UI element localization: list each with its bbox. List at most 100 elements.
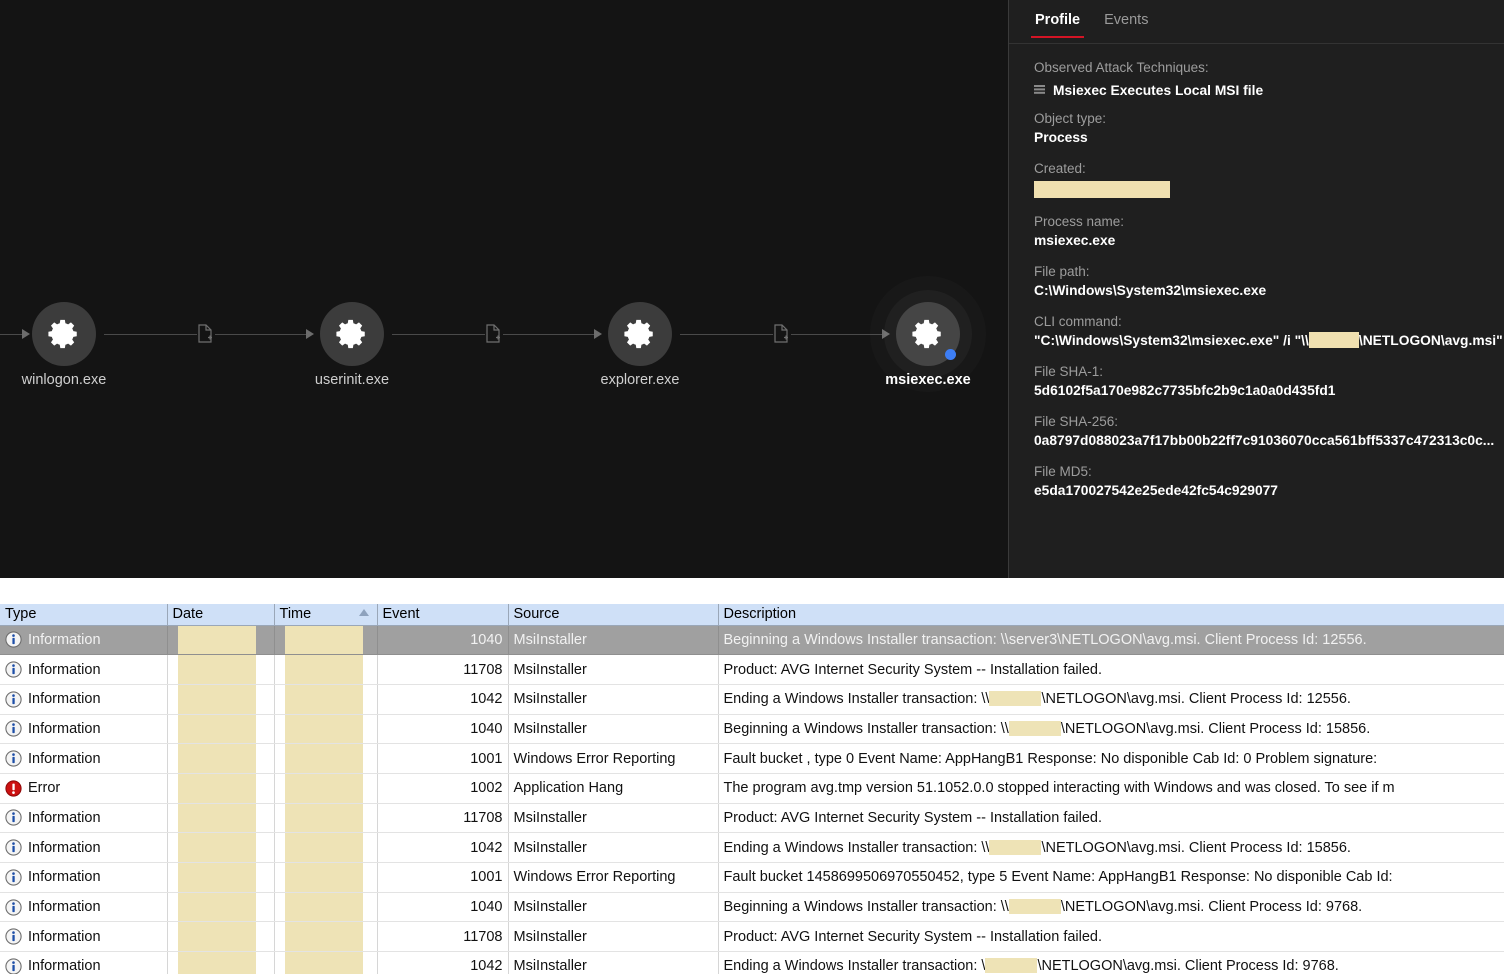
column-header-time-label: Time bbox=[280, 606, 312, 622]
redaction-block-created bbox=[1034, 181, 1170, 198]
info-icon bbox=[5, 809, 22, 826]
cell-type-label: Information bbox=[28, 929, 101, 945]
field-process-name: Process name: msiexec.exe bbox=[1034, 212, 1482, 251]
info-icon bbox=[5, 720, 22, 737]
redaction-block-time bbox=[285, 922, 363, 951]
cell-time bbox=[274, 684, 377, 714]
redaction-block-date bbox=[178, 655, 256, 684]
cell-type: Information bbox=[0, 803, 167, 833]
table-row[interactable]: Information1042MsiInstallerEnding a Wind… bbox=[0, 952, 1504, 974]
profile-tabs: Profile Events bbox=[1009, 0, 1504, 44]
table-row[interactable]: Information1001Windows Error ReportingFa… bbox=[0, 744, 1504, 774]
redaction-block-date bbox=[178, 685, 256, 714]
cell-date bbox=[167, 773, 274, 803]
oat-label: Observed Attack Techniques: bbox=[1034, 58, 1482, 77]
cell-event-id: 11708 bbox=[377, 655, 508, 685]
graph-arrow-icon bbox=[22, 329, 30, 339]
sha256-value: 0a8797d088023a7f17bb00b22ff7c91036070cca… bbox=[1034, 431, 1482, 451]
redaction-block-time bbox=[285, 804, 363, 833]
cell-event-id: 1040 bbox=[377, 892, 508, 922]
process-node-explorer-exe[interactable] bbox=[608, 302, 672, 366]
process-node-label: userinit.exe bbox=[252, 372, 452, 388]
object-type-value: Process bbox=[1034, 128, 1482, 148]
graph-edge bbox=[503, 334, 594, 335]
table-row[interactable]: Information11708MsiInstallerProduct: AVG… bbox=[0, 922, 1504, 952]
event-log-table-container[interactable]: Type Date Time Event Source Description … bbox=[0, 604, 1504, 974]
cell-type-label: Information bbox=[28, 899, 101, 915]
redaction-block-time bbox=[285, 626, 363, 655]
table-row[interactable]: Information11708MsiInstallerProduct: AVG… bbox=[0, 803, 1504, 833]
cell-type-label: Information bbox=[28, 958, 101, 974]
cell-type: Information bbox=[0, 625, 167, 655]
column-header-date[interactable]: Date bbox=[167, 604, 274, 625]
process-node-label: explorer.exe bbox=[540, 372, 740, 388]
column-header-source[interactable]: Source bbox=[508, 604, 718, 625]
column-header-event[interactable]: Event bbox=[377, 604, 508, 625]
process-node-winlogon-exe[interactable] bbox=[32, 302, 96, 366]
process-name-value: msiexec.exe bbox=[1034, 231, 1482, 251]
redaction-block-date bbox=[178, 893, 256, 922]
redaction-block-time bbox=[285, 715, 363, 744]
cell-date bbox=[167, 655, 274, 685]
cell-time bbox=[274, 833, 377, 863]
cell-time bbox=[274, 773, 377, 803]
process-node-msiexec-exe[interactable] bbox=[896, 302, 960, 366]
cell-type: Information bbox=[0, 833, 167, 863]
redaction-block-host bbox=[989, 691, 1041, 706]
table-row[interactable]: Information1042MsiInstallerEnding a Wind… bbox=[0, 833, 1504, 863]
cell-time bbox=[274, 744, 377, 774]
cell-description: Fault bucket , type 0 Event Name: AppHan… bbox=[718, 744, 1504, 774]
list-lines-icon bbox=[1034, 85, 1045, 96]
table-row[interactable]: Information1001Windows Error ReportingFa… bbox=[0, 863, 1504, 893]
cell-type: Information bbox=[0, 952, 167, 974]
process-graph-canvas[interactable]: winlogon.exeuserinit.exeexplorer.exemsie… bbox=[0, 0, 1008, 578]
cell-date bbox=[167, 892, 274, 922]
cell-event-id: 1042 bbox=[377, 684, 508, 714]
table-row[interactable]: Information1040MsiInstallerBeginning a W… bbox=[0, 625, 1504, 655]
column-header-description[interactable]: Description bbox=[718, 604, 1504, 625]
cell-type-label: Information bbox=[28, 751, 101, 767]
process-node-label: msiexec.exe bbox=[828, 372, 1008, 388]
tab-events[interactable]: Events bbox=[1092, 0, 1160, 38]
cell-description: Ending a Windows Installer transaction: … bbox=[718, 684, 1504, 714]
cell-type-label: Information bbox=[28, 662, 101, 678]
md5-label: File MD5: bbox=[1034, 462, 1482, 481]
cell-time bbox=[274, 714, 377, 744]
table-row[interactable]: Information11708MsiInstallerProduct: AVG… bbox=[0, 655, 1504, 685]
cell-description: The program avg.tmp version 51.1052.0.0 … bbox=[718, 773, 1504, 803]
table-row[interactable]: Information1042MsiInstallerEnding a Wind… bbox=[0, 684, 1504, 714]
graph-arrow-icon bbox=[594, 329, 602, 339]
cell-source: MsiInstaller bbox=[508, 892, 718, 922]
redaction-block-date bbox=[178, 715, 256, 744]
field-file-sha1: File SHA-1: 5d6102f5a170e982c7735bfc2b9c… bbox=[1034, 362, 1482, 401]
redaction-block-date bbox=[178, 774, 256, 803]
table-row[interactable]: Information1040MsiInstallerBeginning a W… bbox=[0, 714, 1504, 744]
process-node-userinit-exe[interactable] bbox=[320, 302, 384, 366]
info-icon bbox=[5, 631, 22, 648]
table-row[interactable]: Information1040MsiInstallerBeginning a W… bbox=[0, 892, 1504, 922]
object-type-label: Object type: bbox=[1034, 109, 1482, 128]
redaction-block-date bbox=[178, 804, 256, 833]
cell-event-id: 11708 bbox=[377, 803, 508, 833]
cell-date bbox=[167, 922, 274, 952]
redaction-block-date bbox=[178, 863, 256, 892]
process-name-label: Process name: bbox=[1034, 212, 1482, 231]
column-header-time[interactable]: Time bbox=[274, 604, 377, 625]
oat-item[interactable]: Msiexec Executes Local MSI file bbox=[1034, 83, 1482, 98]
sort-ascending-icon bbox=[359, 609, 369, 616]
tab-profile[interactable]: Profile bbox=[1023, 0, 1092, 38]
cell-description: Beginning a Windows Installer transactio… bbox=[718, 625, 1504, 655]
cell-description: Ending a Windows Installer transaction: … bbox=[718, 952, 1504, 974]
column-header-type[interactable]: Type bbox=[0, 604, 167, 625]
cell-type: Information bbox=[0, 744, 167, 774]
cli-command-prefix: "C:\Windows\System32\msiexec.exe" /i "\\ bbox=[1034, 333, 1309, 348]
cell-date bbox=[167, 714, 274, 744]
redaction-block-time bbox=[285, 655, 363, 684]
cell-source: MsiInstaller bbox=[508, 952, 718, 974]
info-icon bbox=[5, 869, 22, 886]
redaction-block-date bbox=[178, 744, 256, 773]
cell-time bbox=[274, 892, 377, 922]
table-row[interactable]: Error1002Application HangThe program avg… bbox=[0, 773, 1504, 803]
graph-arrow-icon bbox=[306, 329, 314, 339]
cell-type: Information bbox=[0, 922, 167, 952]
